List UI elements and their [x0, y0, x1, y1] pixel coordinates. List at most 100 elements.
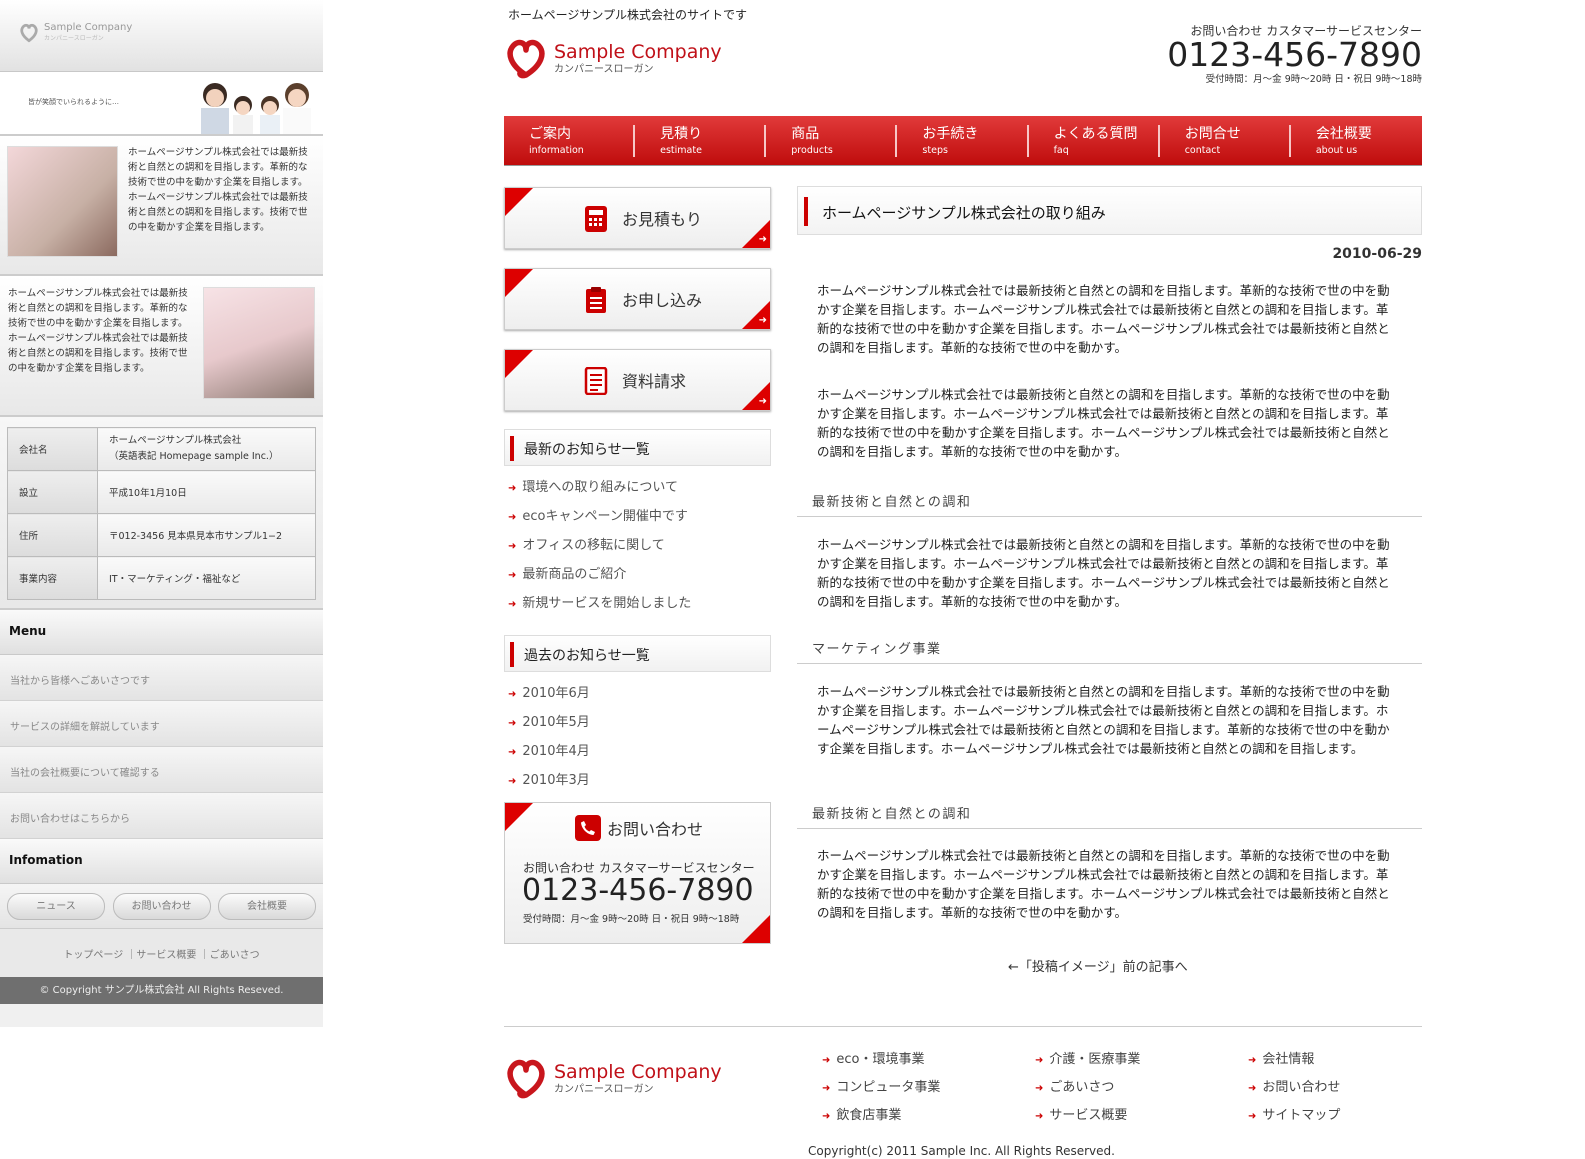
footer-link[interactable]: ➜ eco・環境事業 [822, 1046, 940, 1074]
nav-sublabel: products [791, 145, 833, 156]
table-value: IT・マーケティング・福祉など [97, 556, 316, 600]
article: ホームページサンプル株式会社の取り組み 2010-06-29 ホームページサンプ… [797, 186, 1422, 920]
footer-link-label: 会社情報 [1262, 1052, 1315, 1067]
logo-mark-icon [507, 1059, 545, 1099]
mobile-logo[interactable]: Sample Company カンパニースローガン [18, 22, 132, 44]
arrow-right-icon: ➜ [1248, 1083, 1257, 1094]
profile-block-1: ホームページサンプル株式会社では最新技術と自然との調和を目指します。革新的な技術… [0, 136, 323, 276]
global-nav: ご案内 information 見積り estimate 商品 products お手… [504, 116, 1422, 166]
nav-label: お問合せ [1184, 126, 1241, 142]
logo-slogan: カンパニースローガン [554, 64, 654, 75]
footer-link[interactable]: ➜ サイトマップ [1248, 1102, 1340, 1130]
company-button[interactable]: 会社概要 [218, 893, 316, 920]
mobile-preview: Sample Company カンパニースローガン 皆が笑顔でいられるように… ホ… [0, 0, 323, 1027]
footer-link[interactable]: ➜ サービス概要 [1035, 1102, 1140, 1130]
mobile-header: Sample Company カンパニースローガン [0, 0, 323, 72]
news-link[interactable]: ➜ 環境への取り組みについて [508, 476, 678, 495]
brochure-label: 資料請求 [622, 372, 687, 391]
menu-item[interactable]: 当社の会社概要について確認する [0, 747, 323, 793]
menu-item[interactable]: サービスの詳細を解説しています [0, 701, 323, 747]
article-paragraph: ホームページサンプル株式会社では最新技術と自然との調和を目指します。革新的な技術… [817, 283, 1390, 355]
nav-item-steps[interactable]: お手続き steps [897, 116, 1029, 165]
footer-link-label: eco・環境事業 [836, 1052, 925, 1067]
mobile-footer-links[interactable]: トップページ ｜サービス概要 ｜ごあいさつ [0, 929, 323, 977]
news-link[interactable]: ➜ ecoキャンペーン開催中です [508, 505, 688, 524]
nav-item-faq[interactable]: よくある質問 faq [1029, 116, 1160, 165]
table-value: ホームページサンプル株式会社 （英語表記 Homepage sample Inc… [97, 427, 316, 471]
table-value: 平成10年1月10日 [97, 470, 316, 514]
arrow-right-icon: ➜ [508, 541, 517, 552]
estimate-button[interactable]: ➜ お見積もり [504, 187, 771, 249]
mobile-copyright: © Copyright サンプル株式会社 All Rights Reseved. [0, 977, 323, 1004]
nav-sublabel: estimate [660, 145, 702, 156]
contact-box-phone: 0123-456-7890 [522, 873, 754, 908]
article-paragraph: ホームページサンプル株式会社では最新技術と自然との調和を目指します。革新的な技術… [817, 387, 1390, 459]
footer-divider [504, 1026, 1422, 1027]
logo-mark-icon [20, 23, 38, 43]
document-icon [584, 367, 608, 395]
table-value: 〒012-3456 見本県見本市サンプル1−2 [97, 513, 316, 557]
table-key: 設立 [7, 470, 98, 514]
arrow-right-icon: ➜ [1248, 1111, 1257, 1122]
footer-link[interactable]: ➜ ごあいさつ [1035, 1074, 1140, 1102]
arrow-right-icon: ➜ [1035, 1055, 1044, 1066]
nav-item-information[interactable]: ご案内 information [504, 116, 636, 165]
footer-link-label: サイトマップ [1262, 1108, 1341, 1123]
archive-link-label: 2010年4月 [522, 744, 590, 759]
arrow-right-icon: ➜ [758, 234, 767, 245]
nav-item-contact[interactable]: お問合せ contact [1160, 116, 1291, 165]
arrow-right-icon: ➜ [508, 570, 517, 581]
application-button[interactable]: ➜ お申し込み [504, 268, 771, 330]
menu-heading: Menu [0, 610, 323, 655]
footer-logo-name: Sample Company [554, 1061, 722, 1083]
latest-news-title: 最新のお知らせ一覧 [524, 442, 650, 458]
contact-button[interactable]: お問い合わせ [112, 893, 211, 920]
arrow-right-icon: ➜ [508, 483, 517, 494]
archive-link[interactable]: ➜ 2010年3月 [508, 769, 590, 788]
table-key: 住所 [7, 513, 98, 557]
news-link[interactable]: ➜ オフィスの移転に関して [508, 534, 665, 553]
nav-item-about[interactable]: 会社概要 about us [1291, 116, 1422, 165]
site-logo[interactable]: Sample Company カンパニースローガン [504, 37, 722, 81]
news-link[interactable]: ➜ 新規サービスを開始しました [508, 592, 691, 611]
nav-item-estimate[interactable]: 見積り estimate [635, 116, 767, 165]
news-link-label: オフィスの移転に関して [522, 538, 665, 553]
logo-mark-icon [507, 39, 545, 79]
footer-link-label: コンピュータ事業 [836, 1080, 941, 1095]
contact-box[interactable]: お問い合わせ お問い合わせ カスタマーサービスセンター 0123-456-789… [504, 802, 771, 944]
footer-logo[interactable]: Sample Company カンパニースローガン [504, 1057, 722, 1101]
article-title: ホームページサンプル株式会社の取り組み [822, 204, 1106, 222]
archive-link-label: 2010年6月 [522, 686, 590, 701]
estimate-label: お見積もり [622, 210, 703, 229]
footer-link[interactable]: ➜ 介護・医療事業 [1035, 1046, 1140, 1074]
latest-news-heading: 最新のお知らせ一覧 [504, 429, 771, 466]
footer-link[interactable]: ➜ コンピュータ事業 [822, 1074, 940, 1102]
nav-label: お手続き [922, 126, 979, 142]
prev-post-link[interactable]: ←「投稿イメージ」前の記事へ [1008, 956, 1188, 975]
news-link[interactable]: ➜ 最新商品のご紹介 [508, 563, 626, 582]
nav-sublabel: information [529, 145, 584, 156]
brochure-button[interactable]: ➜ 資料請求 [504, 349, 771, 411]
footer-link[interactable]: ➜ 会社情報 [1248, 1046, 1340, 1074]
phone-number[interactable]: 0123-456-7890 [1167, 38, 1422, 71]
business-hours: 受付時間：月〜金 9時〜20時 日・祝日 9時〜18時 [1205, 74, 1422, 85]
footer-link[interactable]: ➜ お問い合わせ [1248, 1074, 1340, 1102]
footer-link-label: 飲食店事業 [836, 1108, 902, 1123]
news-link-label: 最新商品のご紹介 [522, 567, 627, 582]
hero-caption: 皆が笑顔でいられるように… [28, 98, 119, 106]
footer-link[interactable]: ➜ 飲食店事業 [822, 1102, 940, 1130]
past-news-title: 過去のお知らせ一覧 [524, 648, 650, 664]
news-button[interactable]: ニュース [7, 893, 105, 920]
arrow-right-icon: ➜ [822, 1055, 831, 1066]
nav-item-products[interactable]: 商品 products [766, 116, 898, 165]
arrow-right-icon: ➜ [758, 315, 767, 326]
menu-item[interactable]: 当社から皆様へごあいさつです [0, 655, 323, 701]
menu-item[interactable]: お問い合わせはこちらから [0, 793, 323, 839]
site-tagline: ホームページサンプル株式会社のサイトです [508, 8, 748, 22]
archive-link[interactable]: ➜ 2010年6月 [508, 682, 590, 701]
footer-column-3: ➜ 会社情報 ➜ お問い合わせ ➜ サイトマップ [1248, 1046, 1340, 1130]
archive-link[interactable]: ➜ 2010年4月 [508, 740, 590, 759]
footer-copyright: Copyright(c) 2011 Sample Inc. All Rights… [808, 1144, 1115, 1158]
archive-link[interactable]: ➜ 2010年5月 [508, 711, 590, 730]
contact-box-title: お問い合わせ [575, 815, 703, 841]
